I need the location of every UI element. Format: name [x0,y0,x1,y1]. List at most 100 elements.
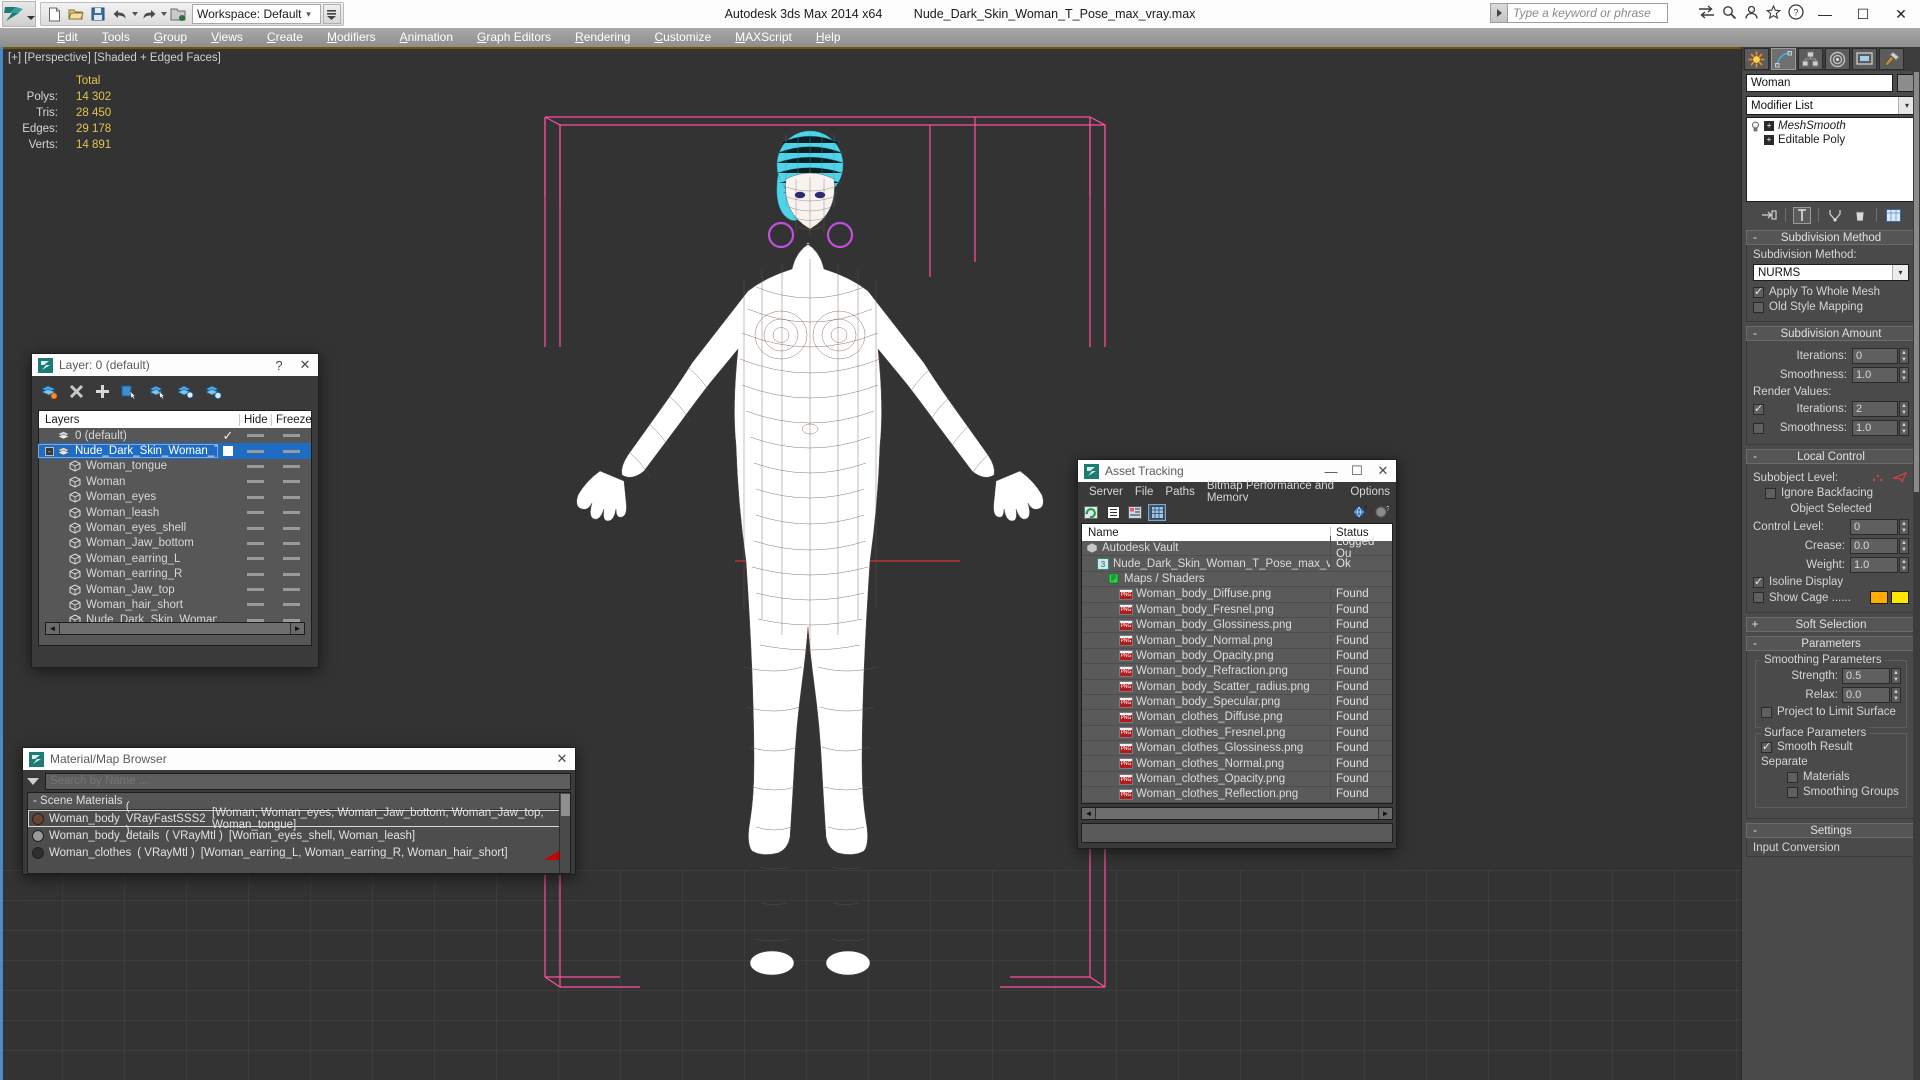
rollout-subdivision-method-header[interactable]: - Subdivision Method [1746,230,1916,245]
material-list[interactable]: - Scene Materials Woman_body( VRayFastSS… [27,792,571,874]
old-style-mapping-checkbox[interactable] [1753,301,1764,313]
asset-scroll-thumb[interactable] [1096,807,1378,819]
material-browser-close-button[interactable]: ✕ [549,748,575,770]
asset-horizontal-scrollbar[interactable]: ◄ ► [1081,806,1393,820]
subobject-face-icon[interactable] [1891,471,1909,484]
layer-freeze-cell[interactable] [271,603,311,607]
layer-freeze-cell[interactable] [271,464,311,468]
open-file-button[interactable] [65,4,87,24]
stack-expand-icon[interactable]: + [1764,121,1774,131]
maximize-button[interactable]: ☐ [1844,0,1882,28]
layer-hide-cell[interactable] [239,434,271,438]
relax-field[interactable]: 0.0 [1842,687,1890,703]
remove-modifier-button[interactable] [1851,207,1869,224]
menu-item-graph-editors[interactable]: Graph Editors [465,28,563,47]
layer-freeze-cell[interactable] [271,495,311,499]
search-icon[interactable] [1722,5,1737,20]
show-cage-checkbox[interactable] [1753,592,1764,603]
asset-row[interactable]: Woman_clothes_Normal.png Found [1082,756,1392,772]
tab-utilities[interactable] [1879,48,1904,70]
layer-horizontal-scrollbar[interactable]: ◄ ► [45,622,305,635]
smooth-result-checkbox[interactable] [1761,740,1772,753]
layer-row[interactable]: Woman_Jaw_bottom [39,536,311,551]
layer-hide-cell[interactable] [239,464,271,468]
asset-row[interactable]: Woman_clothes_Fresnel.png Found [1082,725,1392,742]
search-submit-button[interactable] [1490,3,1508,23]
rollout-parameters-header[interactable]: - Parameters [1746,636,1916,651]
modifier-list-dropdown[interactable]: Modifier List ▾ [1746,96,1916,115]
tab-motion[interactable] [1825,48,1850,70]
separate-materials-checkbox[interactable] [1787,771,1798,783]
layer-row[interactable]: Woman_earring_R [39,567,311,582]
iterations-spinner[interactable]: ▲ ▼ [1899,348,1909,364]
show-end-result-button[interactable] [1793,206,1811,224]
isoline-display-row[interactable]: Isoline Display [1753,575,1909,588]
layer-dialog-close-button[interactable]: ✕ [292,354,318,376]
layer-freeze-cell[interactable] [271,557,311,561]
iterations-field[interactable]: 0 [1852,348,1898,364]
weight-field[interactable]: 1.0 [1850,557,1898,573]
strength-spinner[interactable]: ▲ ▼ [1891,668,1901,684]
asset-tracking-close-button[interactable]: ✕ [1370,460,1396,482]
ignore-backfacing-row[interactable]: Ignore Backfacing [1765,487,1909,499]
favorites-star-icon[interactable] [1766,4,1781,20]
layer-row[interactable]: Woman_hair_short [39,597,311,612]
asset-row[interactable]: Autodesk Vault Logged Ou [1082,536,1392,561]
show-cage-row[interactable]: Show Cage ...... [1753,591,1909,604]
menu-item-modifiers[interactable]: Modifiers [315,28,388,47]
highlight-selected-objects-icon[interactable] [177,384,194,399]
layer-hide-cell[interactable] [239,511,271,515]
separate-smoothing-groups-checkbox[interactable] [1787,786,1798,798]
asset-row[interactable]: Woman_body_Specular.png Found [1082,694,1392,711]
tab-modify[interactable] [1771,48,1796,70]
refresh-button[interactable] [1083,505,1099,520]
asset-menu-server[interactable]: Server [1083,486,1129,498]
help-question-button[interactable]: ? [1374,505,1390,520]
smoothness-field[interactable]: 1.0 [1852,367,1898,383]
smoothness-spinner[interactable]: ▲ ▼ [1899,367,1909,383]
asset-row[interactable]: Woman_body_Fresnel.png Found [1082,602,1392,618]
menu-item-tools[interactable]: Tools [90,28,142,47]
tab-create[interactable] [1744,48,1769,70]
modifier-stack-item-editablepoly[interactable]: + Editable Poly [1748,133,1914,147]
layer-hide-cell[interactable] [239,572,271,576]
project-limit-surface-checkbox[interactable] [1761,706,1772,718]
exchange-icon[interactable] [1698,5,1715,19]
subobject-vertex-icon[interactable] [1872,471,1888,484]
ignore-backfacing-checkbox[interactable] [1765,487,1776,499]
crease-field[interactable]: 0.0 [1850,538,1898,554]
layer-dialog-help-button[interactable]: ? [266,354,292,376]
command-panel-scrollbar[interactable] [1913,71,1920,1080]
object-name-field[interactable]: Woman [1746,74,1893,92]
layer-row[interactable]: Woman_Jaw_top [39,582,311,597]
menu-item-maxscript[interactable]: MAXScript [723,28,804,47]
layer-hide-cell[interactable] [239,495,271,499]
workspace-selector[interactable]: Workspace: Default ▾ [192,4,321,24]
command-panel[interactable]: Woman Modifier List ▾ + MeshSmooth + Edi… [1741,47,1920,1080]
layer-freeze-cell[interactable] [271,511,311,515]
layer-scroll-right-arrow[interactable]: ► [291,623,304,634]
layer-row[interactable]: - Nude_Dark_Skin_Woman_T_Pose [38,443,311,459]
rollout-subdivision-amount-header[interactable]: - Subdivision Amount [1746,326,1916,341]
menu-item-help[interactable]: Help [804,28,853,47]
asset-row[interactable]: Woman_body_Scatter_radius.png Found [1082,679,1392,695]
menu-item-group[interactable]: Group [142,28,199,47]
layer-row[interactable]: Woman_leash [39,505,311,520]
asset-row[interactable]: Woman_clothes_Reflection.png Found [1082,787,1392,803]
command-panel-scroll-thumb[interactable] [1914,72,1919,492]
stack-expand-icon-2[interactable]: + [1764,135,1774,145]
save-file-button[interactable] [87,4,109,24]
asset-row[interactable]: Woman_body_Glossiness.png Found [1082,617,1392,634]
tab-display[interactable] [1852,48,1877,70]
grid-view-button[interactable] [1148,503,1166,521]
menu-item-customize[interactable]: Customize [642,28,723,47]
control-level-field[interactable]: 0 [1850,519,1898,535]
layer-row[interactable]: 0 (default) ✓ [39,428,311,443]
layer-row[interactable]: Woman_eyes_shell [39,520,311,535]
layer-freeze-cell[interactable] [271,588,311,592]
layer-row[interactable]: Woman [39,474,311,489]
asset-scroll-right-arrow[interactable]: ► [1379,807,1392,819]
material-search-input[interactable] [45,772,571,790]
rollout-local-control-header[interactable]: - Local Control [1746,449,1916,464]
material-vertical-scrollbar[interactable] [559,793,570,873]
